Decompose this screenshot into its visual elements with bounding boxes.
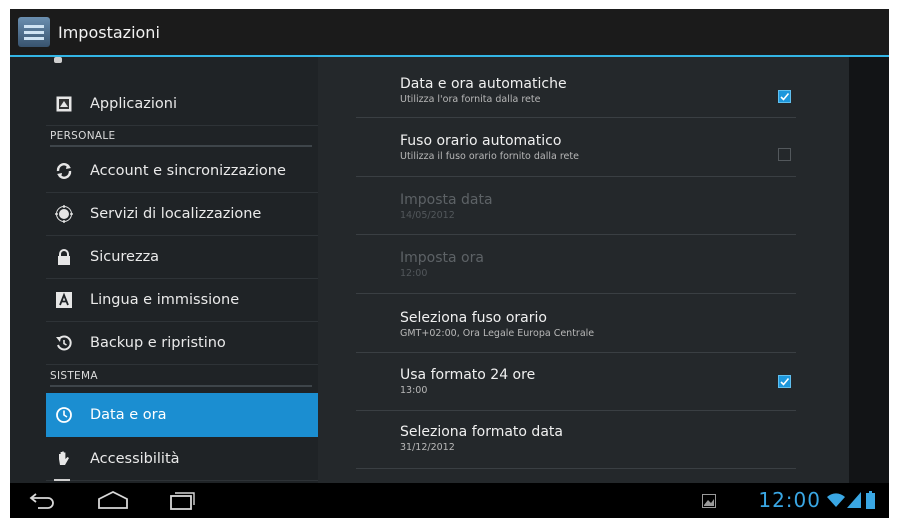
section-header-personale: PERSONALE: [50, 125, 312, 147]
action-bar: Impostazioni: [10, 9, 889, 57]
recent-apps-icon[interactable]: [168, 490, 196, 514]
setting-title: Imposta ora: [400, 250, 484, 266]
partial-item-icon: [54, 57, 62, 63]
24h-format-checkbox[interactable]: [778, 375, 791, 388]
app-title: Impostazioni: [58, 22, 160, 42]
settings-detail-pane: Data e ora automatiche Utilizza l'ora fo…: [318, 57, 849, 483]
divider: [356, 117, 796, 118]
setting-title: Usa formato 24 ore: [400, 367, 536, 383]
sidebar-item-accessibilita[interactable]: Accessibilità: [46, 438, 318, 481]
sidebar-item-applicazioni[interactable]: Applicazioni: [46, 83, 318, 126]
divider: [356, 468, 796, 469]
section-header-sistema: SISTEMA: [50, 365, 312, 387]
sidebar-item-label: Account e sincronizzazione: [90, 163, 286, 179]
setting-set-time: Imposta ora 12:00: [400, 250, 840, 279]
wifi-icon: [827, 492, 845, 512]
divider: [356, 234, 796, 235]
setting-title: Fuso orario automatico: [400, 133, 562, 149]
signal-icon: [847, 492, 861, 512]
sidebar-item-backup[interactable]: Backup e ripristino: [46, 322, 318, 365]
setting-set-date: Imposta data 14/05/2012: [400, 192, 840, 221]
setting-title: Seleziona fuso orario: [400, 310, 547, 326]
system-bar: 12:00: [10, 483, 889, 518]
divider: [356, 410, 796, 411]
sync-icon: [54, 161, 74, 181]
apps-icon: [54, 94, 74, 114]
setting-auto-datetime[interactable]: Data e ora automatiche Utilizza l'ora fo…: [400, 76, 840, 105]
settings-app-icon[interactable]: [18, 17, 50, 47]
sidebar-item-account[interactable]: Account e sincronizzazione: [46, 150, 318, 193]
sidebar-item-localizzazione[interactable]: Servizi di localizzazione: [46, 193, 318, 236]
sidebar-item-lingua[interactable]: Lingua e immissione: [46, 279, 318, 322]
hand-icon: [54, 449, 74, 469]
device-screen: Impostazioni Applicazioni PERSONALE Acco…: [10, 9, 889, 518]
setting-summary: 31/12/2012: [400, 442, 455, 453]
auto-datetime-checkbox[interactable]: [778, 90, 791, 103]
screenshot-notification-icon[interactable]: [702, 493, 716, 512]
setting-summary: 12:00: [400, 268, 428, 279]
setting-auto-timezone[interactable]: Fuso orario automatico Utilizza il fuso …: [400, 133, 840, 162]
setting-summary: 14/05/2012: [400, 210, 455, 221]
sidebar-item-label: Lingua e immissione: [90, 292, 240, 308]
home-icon[interactable]: [96, 490, 130, 514]
setting-title: Imposta data: [400, 192, 493, 208]
setting-summary: Utilizza l'ora fornita dalla rete: [400, 94, 541, 105]
setting-summary: 13:00: [400, 385, 428, 396]
sidebar-item-label: Sicurezza: [90, 249, 160, 265]
divider: [356, 352, 796, 353]
location-icon: [54, 204, 74, 224]
status-clock[interactable]: 12:00: [758, 488, 821, 512]
keyboard-icon: [54, 290, 74, 310]
sidebar-item-label: Data e ora: [90, 407, 167, 423]
setting-select-timezone[interactable]: Seleziona fuso orario GMT+02:00, Ora Leg…: [400, 310, 840, 339]
sidebar-item-sicurezza[interactable]: Sicurezza: [46, 236, 318, 279]
divider: [356, 293, 796, 294]
setting-summary: GMT+02:00, Ora Legale Europa Centrale: [400, 328, 595, 339]
back-icon[interactable]: [28, 491, 58, 513]
sidebar-item-label: Accessibilità: [90, 451, 180, 467]
setting-24h-format[interactable]: Usa formato 24 ore 13:00: [400, 367, 840, 396]
settings-sidebar: Applicazioni PERSONALE Account e sincron…: [10, 57, 318, 483]
setting-summary: Utilizza il fuso orario fornito dalla re…: [400, 151, 579, 162]
setting-title: Data e ora automatiche: [400, 76, 567, 92]
battery-icon: [866, 491, 875, 513]
sidebar-item-label: Backup e ripristino: [90, 335, 226, 351]
clock-icon: [54, 405, 74, 425]
sidebar-item-label: Applicazioni: [90, 96, 177, 112]
backup-icon: [54, 333, 74, 353]
setting-date-format[interactable]: Seleziona formato data 31/12/2012: [400, 424, 840, 453]
auto-timezone-checkbox[interactable]: [778, 148, 791, 161]
sidebar-item-data-e-ora[interactable]: Data e ora: [46, 393, 318, 437]
sidebar-item-label: Servizi di localizzazione: [90, 206, 262, 222]
divider: [356, 176, 796, 177]
lock-icon: [54, 247, 74, 267]
right-edge: [849, 57, 889, 483]
setting-title: Seleziona formato data: [400, 424, 563, 440]
